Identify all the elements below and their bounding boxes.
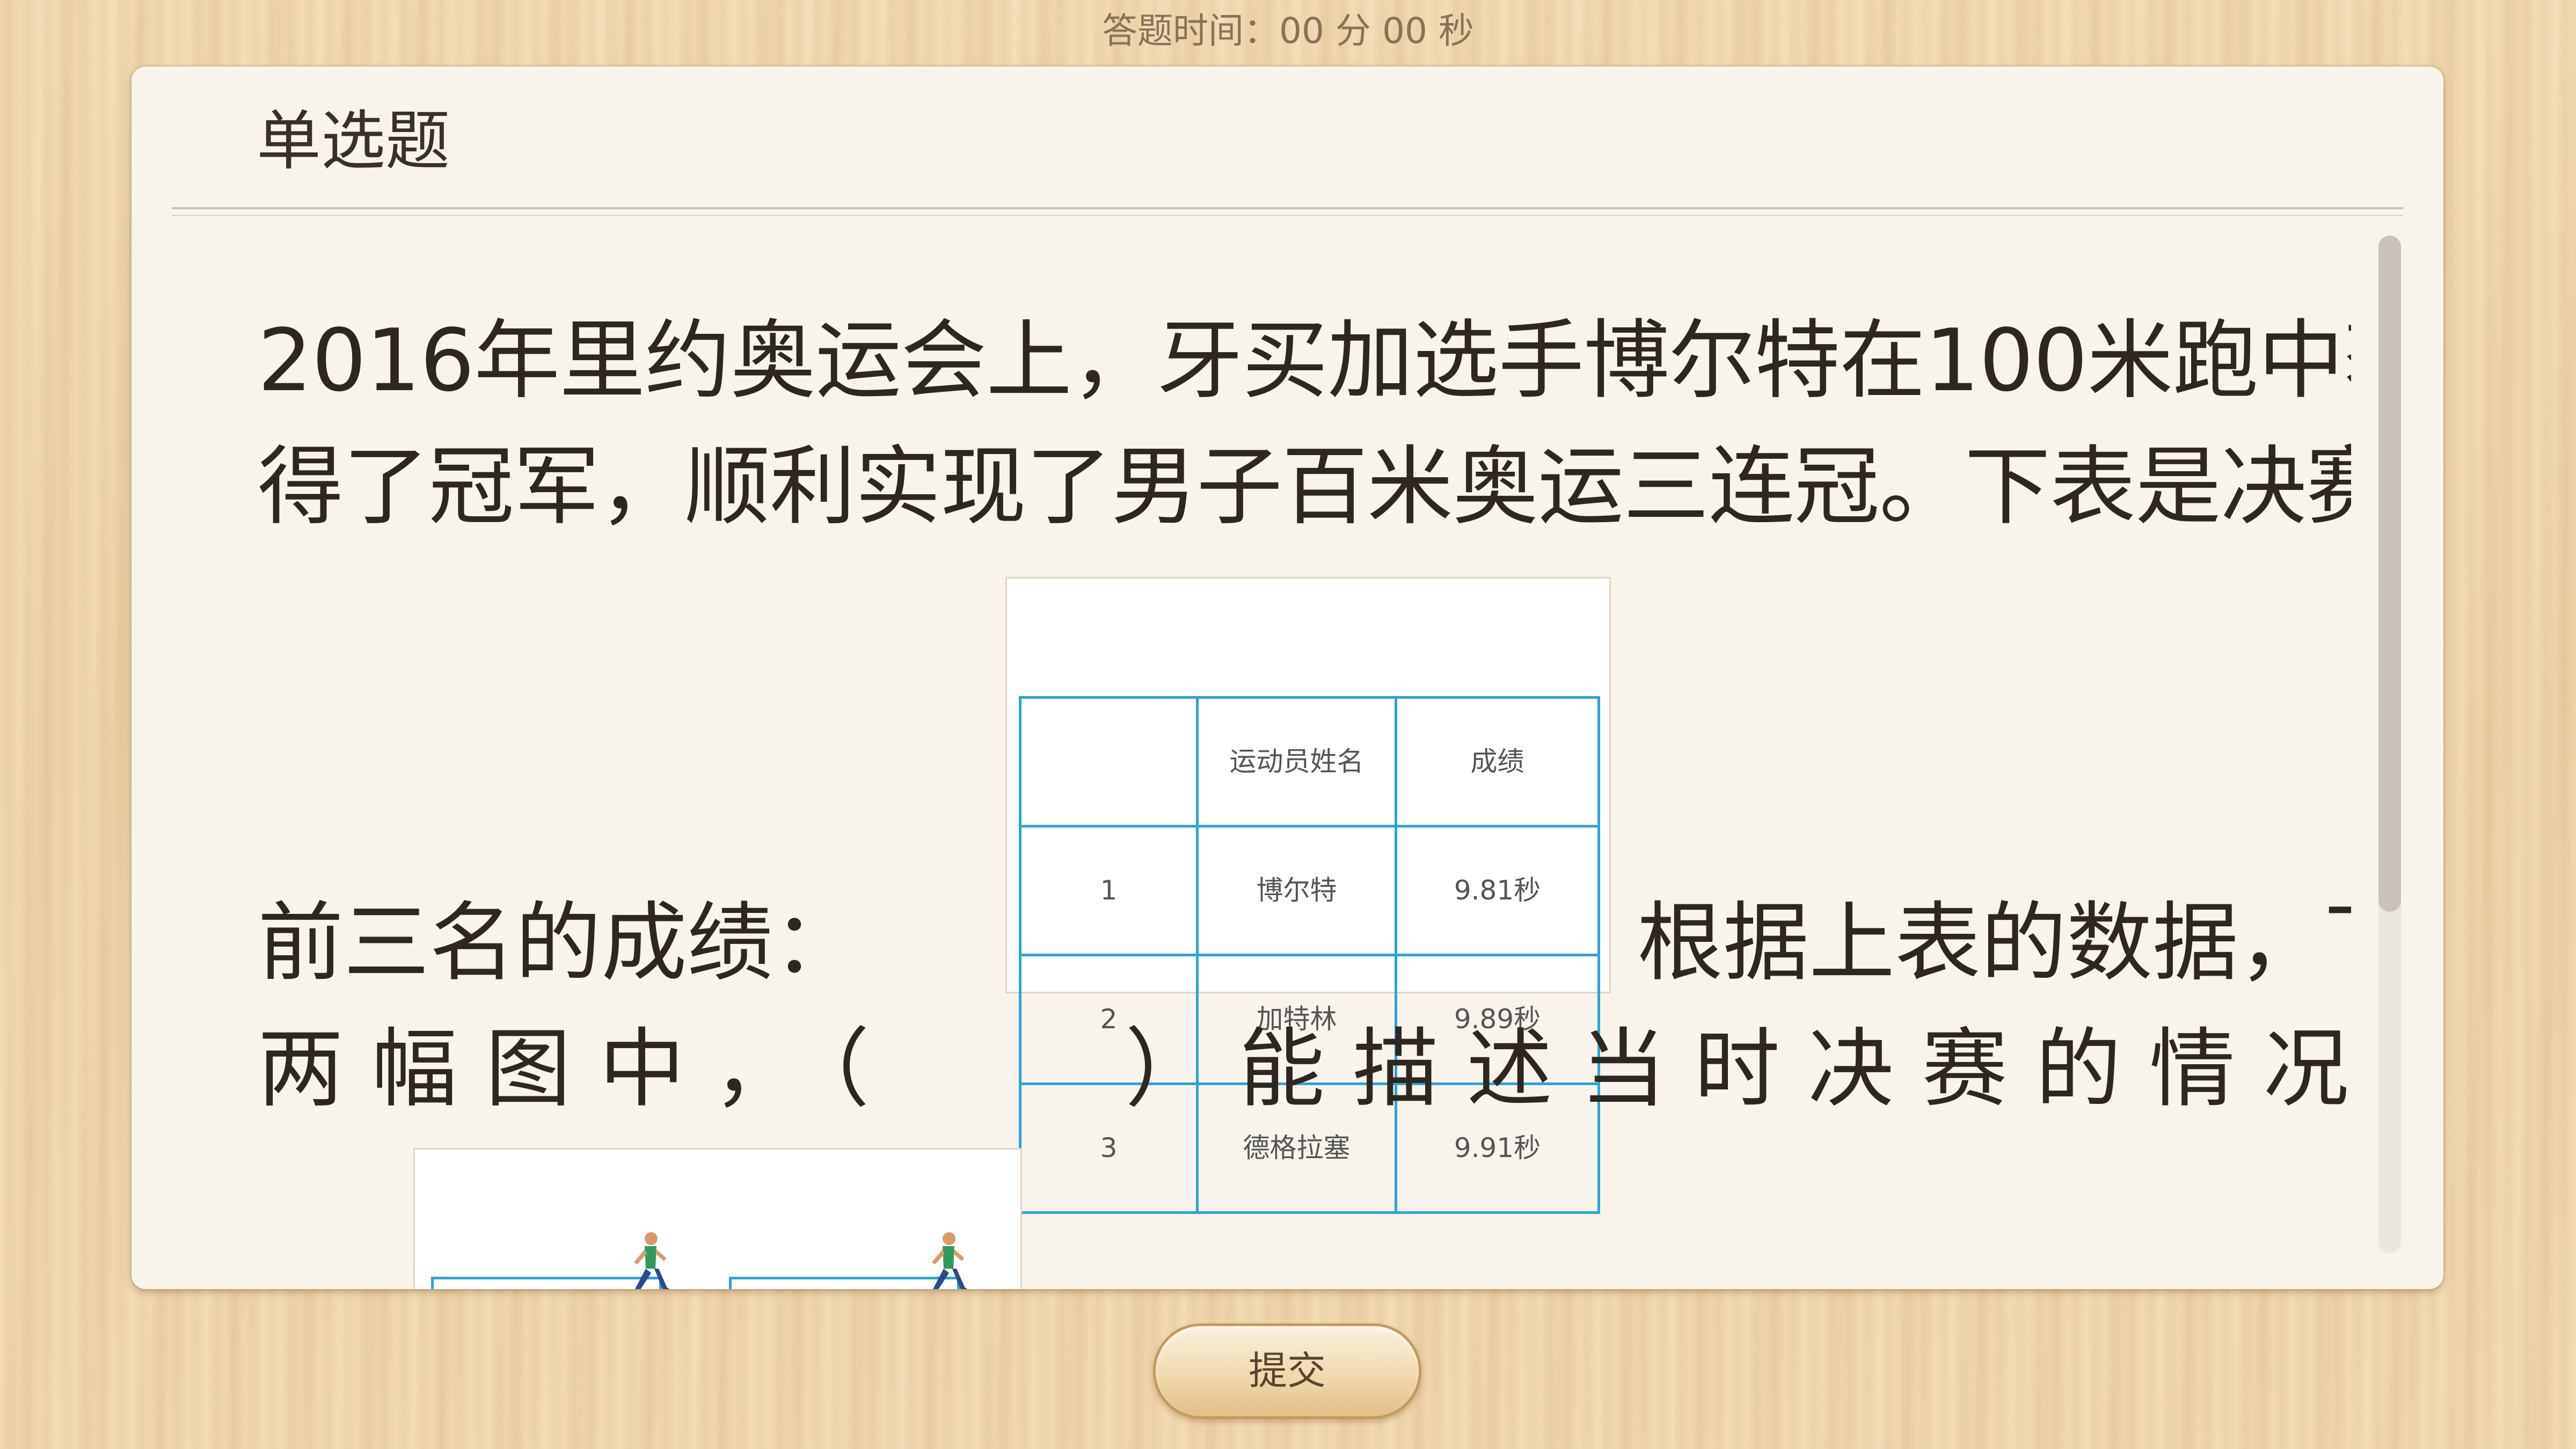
- scrollbar-thumb[interactable]: [2378, 236, 2401, 912]
- table-cell: 9.81秒: [1395, 825, 1600, 956]
- content-scrollbar[interactable]: [2378, 236, 2401, 1253]
- table-cell: 博尔特: [1196, 825, 1397, 956]
- question-type-title: 单选题: [257, 104, 450, 179]
- results-table: 运动员姓名 成绩 1 博尔特 9.81秒 2 加特林 9.89秒 3 德格拉塞 …: [1019, 696, 1600, 1214]
- lane-number: 1: [541, 1285, 556, 1289]
- timer-value: 00 分 00 秒: [1279, 10, 1474, 52]
- question-text-line-3-end: 根据上表的数据，下面: [1637, 892, 2351, 993]
- question-card: 单选题 2016年里约奥运会上，牙买加选手博尔特在100米跑中获 得了冠军，顺利…: [132, 67, 2443, 1289]
- runner-icon: [932, 1232, 967, 1289]
- question-text-line-2: 得了冠军，顺利实现了男子百米奥运三连冠。下表是决赛: [258, 436, 2351, 537]
- table-header-cell: 成绩: [1395, 696, 1600, 828]
- lane-number: 1: [839, 1285, 854, 1289]
- question-text-line-4: 两幅图中，（ ）能描述当时决赛的情况。: [258, 1019, 2351, 1119]
- timer: 答题时间：00 分 00 秒: [0, 4, 2576, 58]
- table-header-row: 运动员姓名 成绩: [1019, 696, 1600, 828]
- submit-button[interactable]: 提交: [1153, 1323, 1421, 1419]
- title-divider: [172, 207, 2403, 209]
- runner-icon: [634, 1232, 669, 1289]
- question-content: 2016年里约奥运会上，牙买加选手博尔特在100米跑中获 得了冠军，顺利实现了男…: [258, 228, 2351, 1289]
- title-divider-secondary: [172, 215, 2403, 216]
- race-figure-image: 1 1: [413, 1148, 1022, 1289]
- table-row: 1 博尔特 9.81秒: [1019, 825, 1600, 956]
- table-header-cell: 运动员姓名: [1196, 696, 1397, 828]
- question-text-line-1: 2016年里约奥运会上，牙买加选手博尔特在100米跑中获: [258, 310, 2351, 411]
- timer-label: 答题时间：: [1102, 10, 1280, 52]
- results-table-image: 运动员姓名 成绩 1 博尔特 9.81秒 2 加特林 9.89秒 3 德格拉塞 …: [1005, 577, 1611, 1214]
- question-text-line-3-start: 前三名的成绩：: [258, 892, 859, 993]
- table-header-cell: [1019, 696, 1199, 828]
- table-cell: 1: [1019, 825, 1199, 956]
